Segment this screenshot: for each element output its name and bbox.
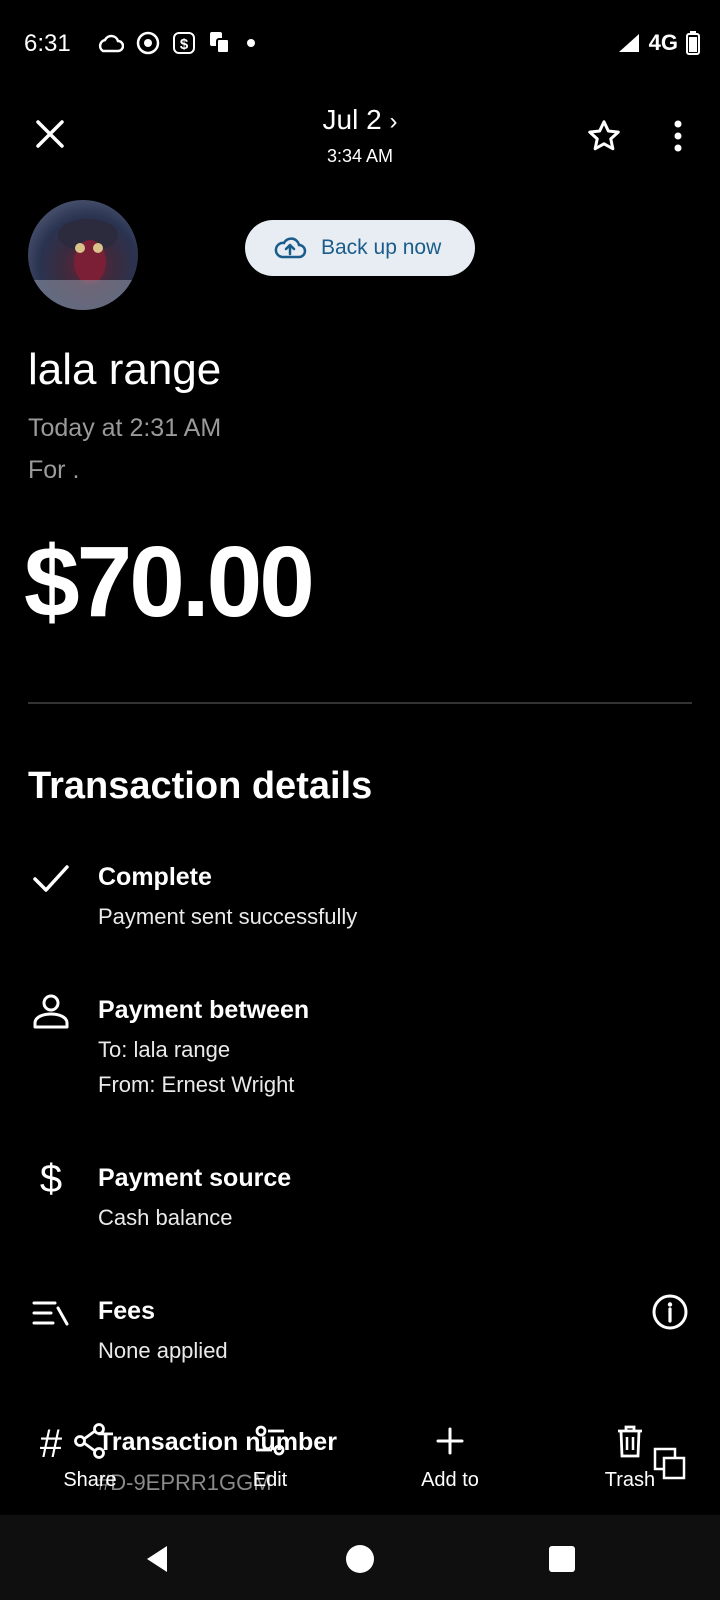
avatar-image — [28, 219, 138, 310]
nav-back-button[interactable] — [135, 1537, 179, 1581]
close-button[interactable] — [24, 108, 76, 160]
close-icon — [36, 120, 64, 148]
trash-icon — [618, 1425, 642, 1458]
photo-date: Jul 2 — [322, 104, 382, 135]
payment-amount: $70.00 — [24, 526, 315, 638]
cloud-icon — [98, 34, 124, 53]
plus-icon — [436, 1427, 464, 1455]
more-options-button[interactable] — [654, 112, 702, 160]
add-to-label: Add to — [421, 1469, 479, 1491]
fees-value: None applied — [98, 1338, 228, 1363]
dollar-icon: $ — [39, 1156, 63, 1201]
copy-button[interactable] — [650, 1444, 690, 1484]
home-circle-icon — [346, 1545, 374, 1573]
fees-title: Fees — [98, 1297, 155, 1325]
back-triangle-icon — [147, 1546, 167, 1572]
nav-home-button[interactable] — [338, 1537, 382, 1581]
signal-icon — [618, 34, 639, 52]
cashapp-icon: $ — [173, 32, 195, 54]
system-nav-bar — [0, 1515, 720, 1600]
share-button[interactable]: Share — [30, 1422, 150, 1492]
svg-text:$: $ — [180, 36, 189, 53]
status-title: Complete — [98, 863, 212, 891]
section-title: Transaction details — [28, 765, 373, 807]
notification-icons: $ — [96, 30, 256, 56]
cloud-upload-icon — [274, 237, 307, 259]
edit-label: Edit — [252, 1469, 288, 1491]
edit-button[interactable]: Edit — [210, 1422, 330, 1492]
star-icon — [588, 120, 620, 151]
date-button[interactable]: Jul 2 › — [260, 104, 460, 136]
copy-icon — [653, 1447, 686, 1480]
status-bar: 6:31 $ 4G — [0, 0, 720, 90]
transaction-note: For . — [28, 456, 80, 484]
share-label: Share — [63, 1469, 117, 1491]
more-vert-icon — [674, 120, 682, 152]
recipient-name: lala range — [28, 345, 222, 394]
check-icon — [28, 856, 74, 902]
fees-info-button[interactable] — [648, 1290, 692, 1334]
person-icon — [28, 988, 74, 1034]
chevron-right-icon: › — [389, 108, 398, 135]
between-to: To: lala range — [98, 1037, 231, 1062]
status-subtitle: Payment sent successfully — [98, 904, 358, 929]
status-time: 6:31 — [24, 30, 71, 57]
dot-icon — [247, 39, 255, 47]
source-value: Cash balance — [98, 1205, 233, 1230]
between-from: From: Ernest Wright — [98, 1072, 295, 1097]
network-type: 4G — [648, 30, 678, 55]
transaction-timestamp: Today at 2:31 AM — [28, 414, 222, 442]
chrome-icon — [136, 31, 160, 55]
avatar — [28, 200, 138, 310]
copy-notification-icon — [210, 32, 230, 54]
between-title: Payment between — [98, 996, 310, 1024]
fees-list-icon — [28, 1290, 74, 1336]
photo-time: 3:34 AM — [326, 146, 394, 166]
system-icons: 4G — [615, 30, 700, 56]
backup-button[interactable]: Back up now — [245, 220, 475, 276]
divider — [28, 702, 692, 704]
share-icon — [74, 1423, 105, 1459]
nav-recents-button[interactable] — [540, 1537, 584, 1581]
source-title: Payment source — [98, 1164, 292, 1192]
battery-icon — [686, 31, 700, 55]
add-to-button[interactable]: Add to — [390, 1422, 510, 1492]
backup-label: Back up now — [321, 236, 442, 259]
favorite-button[interactable] — [580, 112, 628, 160]
info-icon — [652, 1294, 688, 1330]
recents-square-icon — [549, 1546, 575, 1572]
edit-sliders-icon — [255, 1425, 285, 1456]
